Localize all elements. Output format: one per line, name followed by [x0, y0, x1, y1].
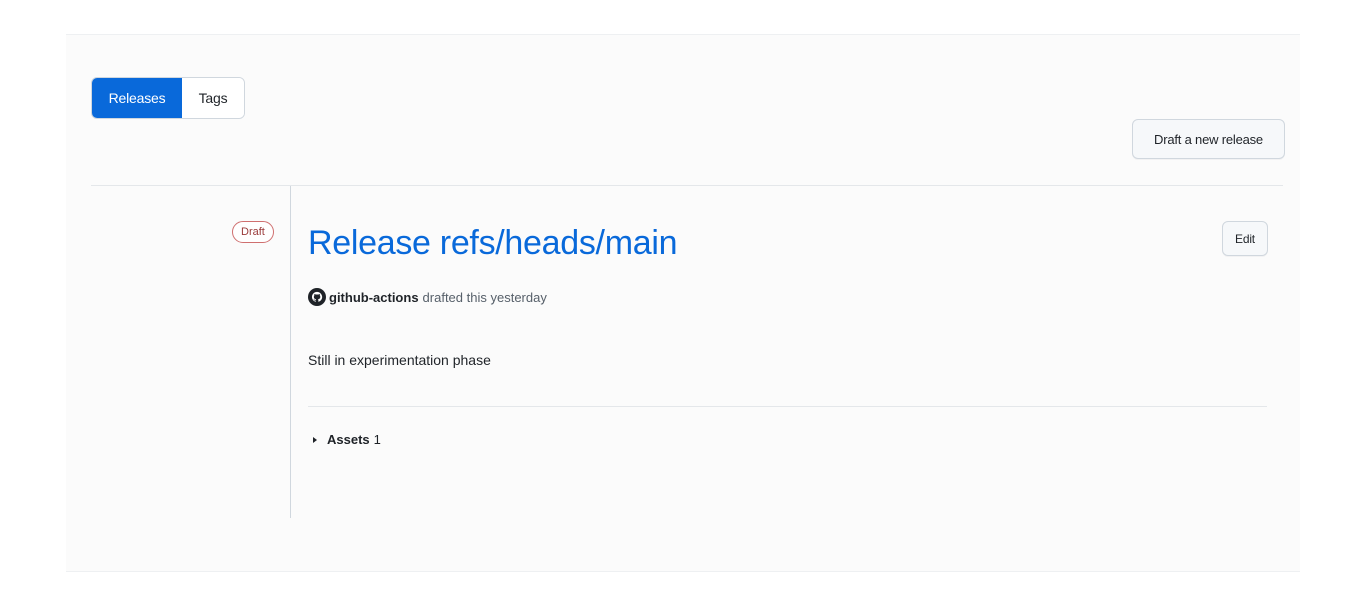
releases-tags-subnav: Releases Tags [91, 77, 245, 119]
draft-status-badge: Draft [232, 221, 274, 243]
tab-tags[interactable]: Tags [182, 78, 244, 118]
assets-label: Assets [327, 432, 370, 447]
edit-release-button[interactable]: Edit [1222, 221, 1268, 256]
releases-panel [66, 34, 1300, 572]
caret-right-icon [313, 436, 317, 443]
github-avatar-icon[interactable] [308, 288, 326, 306]
release-title-link[interactable]: Release refs/heads/main [308, 224, 678, 263]
release-byline: github-actions drafted this yesterday [308, 288, 547, 306]
tab-releases[interactable]: Releases [92, 78, 182, 118]
timeline-line [290, 186, 291, 518]
author-link[interactable]: github-actions [329, 290, 419, 305]
byline-text: drafted this yesterday [422, 289, 547, 305]
assets-count: 1 [373, 432, 381, 447]
github-mark-icon [311, 291, 323, 302]
assets-divider [308, 406, 1267, 407]
release-notes: Still in experimentation phase [308, 352, 491, 368]
assets-toggle[interactable]: Assets 1 [308, 432, 381, 447]
divider [91, 185, 1283, 186]
draft-new-release-button[interactable]: Draft a new release [1132, 119, 1285, 159]
